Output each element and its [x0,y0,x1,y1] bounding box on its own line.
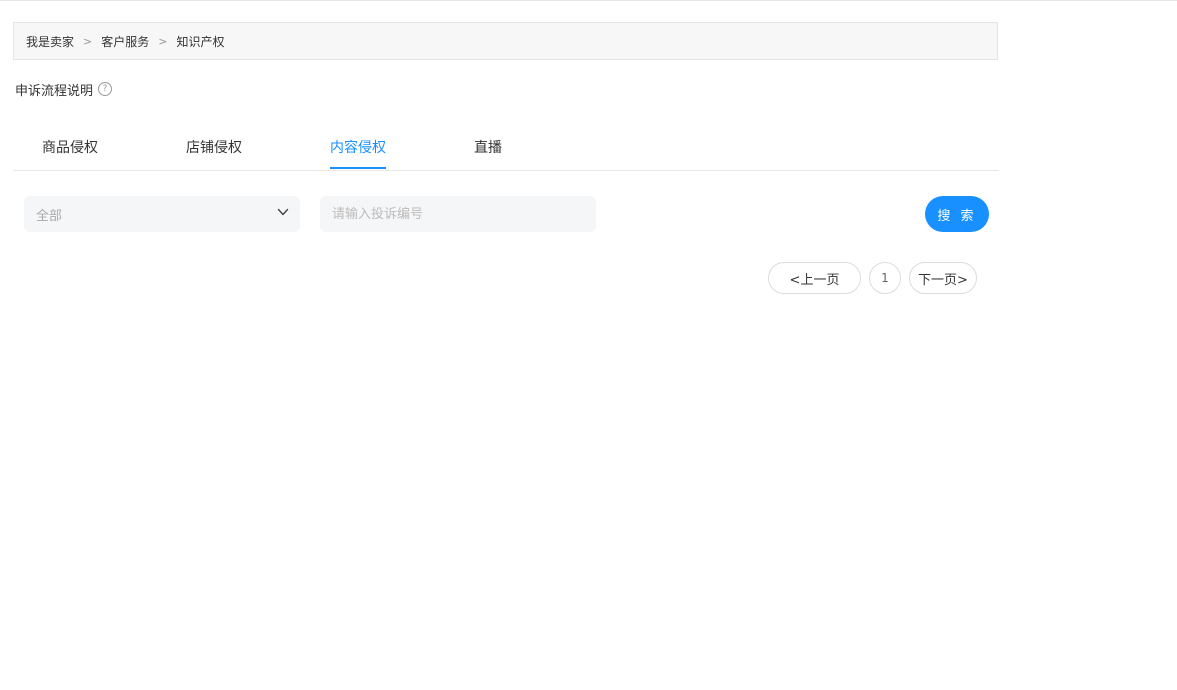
breadcrumb-separator: > [83,34,93,48]
breadcrumb-item-ip: 知识产权 [176,34,225,49]
breadcrumb: 我是卖家 > 客户服务 > 知识产权 [13,22,998,60]
help-icon[interactable]: ? [98,82,113,96]
tab-store-infringement[interactable]: 店铺侵权 [186,137,242,169]
prev-page-button[interactable]: <上一页 [768,262,861,294]
page-number-button[interactable]: 1 [869,262,901,294]
search-button[interactable]: 搜 索 [925,196,989,232]
tab-product-infringement[interactable]: 商品侵权 [42,137,98,169]
tab-bar: 商品侵权 店铺侵权 内容侵权 直播 [13,128,999,171]
appeal-process-link[interactable]: 申诉流程说明 ? [15,80,113,99]
next-page-button[interactable]: 下一页> [909,262,977,294]
type-select-value: 全部 [36,208,63,224]
chevron-down-icon [277,208,289,216]
tab-live[interactable]: 直播 [474,137,502,169]
appeal-process-label: 申诉流程说明 [15,83,94,99]
tab-content-infringement[interactable]: 内容侵权 [330,137,386,169]
breadcrumb-separator: > [158,34,168,48]
type-select[interactable]: 全部 [24,196,300,232]
breadcrumb-item-customer-service[interactable]: 客户服务 [101,33,149,50]
top-divider [0,0,1177,1]
breadcrumb-item-seller[interactable]: 我是卖家 [26,33,74,50]
complaint-number-input[interactable] [320,196,596,232]
